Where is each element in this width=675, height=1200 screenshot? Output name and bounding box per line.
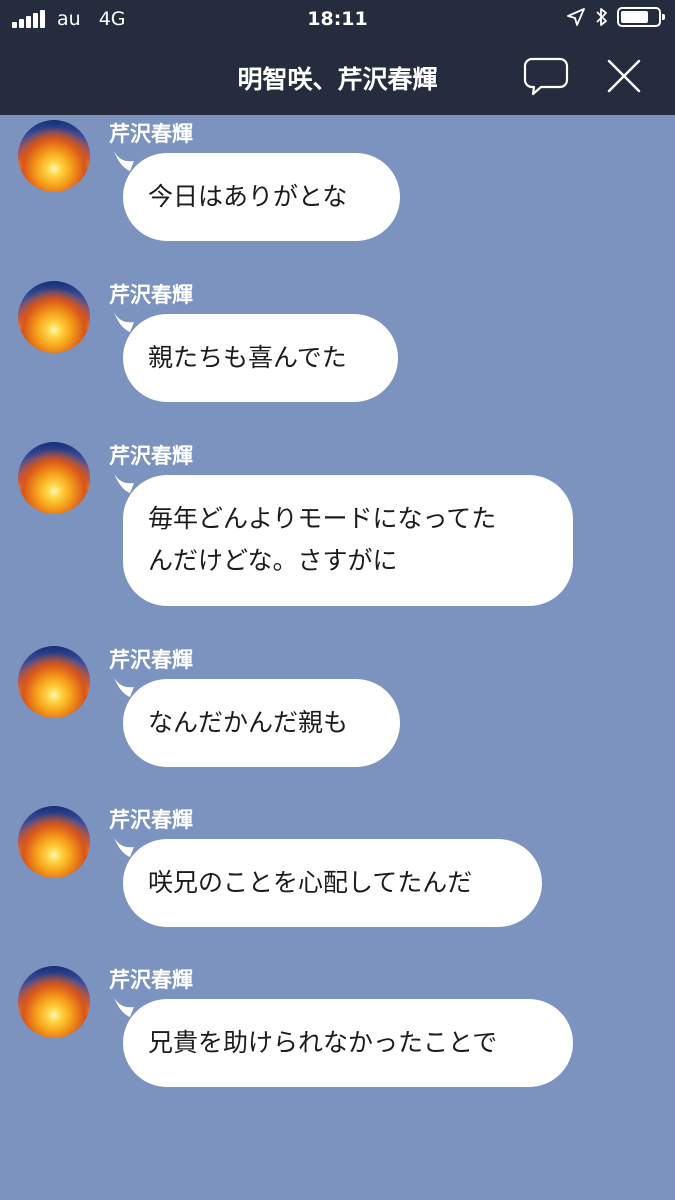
close-icon[interactable] <box>607 59 641 93</box>
sender-name: 芹沢春輝 <box>109 968 193 992</box>
message-bubble[interactable]: 親たちも喜んでた <box>123 314 398 402</box>
sender-name: 芹沢春輝 <box>109 283 193 307</box>
sender-avatar[interactable] <box>18 442 90 514</box>
message-bubble[interactable]: 毎年どんよりモードになってた んだけどな。さすがに <box>123 475 573 606</box>
sender-avatar[interactable] <box>18 966 90 1038</box>
message-bubble[interactable]: なんだかんだ親も <box>123 679 400 767</box>
location-arrow-icon <box>567 8 585 26</box>
message-bubble[interactable]: 兄貴を助けられなかったことで <box>123 999 573 1087</box>
message-text: 親たちも喜んでた <box>148 343 347 372</box>
message-text: 咲兄のことを心配してたんだ <box>148 868 473 897</box>
sender-avatar[interactable] <box>18 120 90 192</box>
message-text-line: んだけどな。さすがに <box>148 546 398 575</box>
chat-message-list[interactable]: 芹沢春輝 今日はありがとな 芹沢春輝 親たちも喜んでた 芹沢春輝 毎年どんよりモ… <box>0 115 675 1200</box>
sender-avatar[interactable] <box>18 281 90 353</box>
sender-avatar[interactable] <box>18 646 90 718</box>
battery-icon <box>617 7 665 27</box>
message-bubble[interactable]: 咲兄のことを心配してたんだ <box>123 839 542 927</box>
message-text-line: 毎年どんよりモードになってた <box>148 504 497 533</box>
status-right <box>567 7 665 27</box>
bluetooth-icon <box>596 8 607 26</box>
chat-title: 明智咲、芹沢春輝 <box>237 65 438 94</box>
sender-avatar[interactable] <box>18 806 90 878</box>
battery-level-fill <box>621 11 648 23</box>
message-bubble[interactable]: 今日はありがとな <box>123 153 400 241</box>
sender-name: 芹沢春輝 <box>109 444 193 468</box>
sender-name: 芹沢春輝 <box>109 648 193 672</box>
status-bar: au 4G 18:11 <box>0 0 675 38</box>
speech-bubble-icon[interactable] <box>523 56 569 98</box>
sender-name: 芹沢春輝 <box>109 122 193 146</box>
message-text: 今日はありがとな <box>148 182 348 211</box>
message-text: 兄貴を助けられなかったことで <box>148 1028 498 1057</box>
message-text: なんだかんだ親も <box>148 708 349 737</box>
sender-name: 芹沢春輝 <box>109 808 193 832</box>
chat-header: 明智咲、芹沢春輝 <box>0 38 675 115</box>
